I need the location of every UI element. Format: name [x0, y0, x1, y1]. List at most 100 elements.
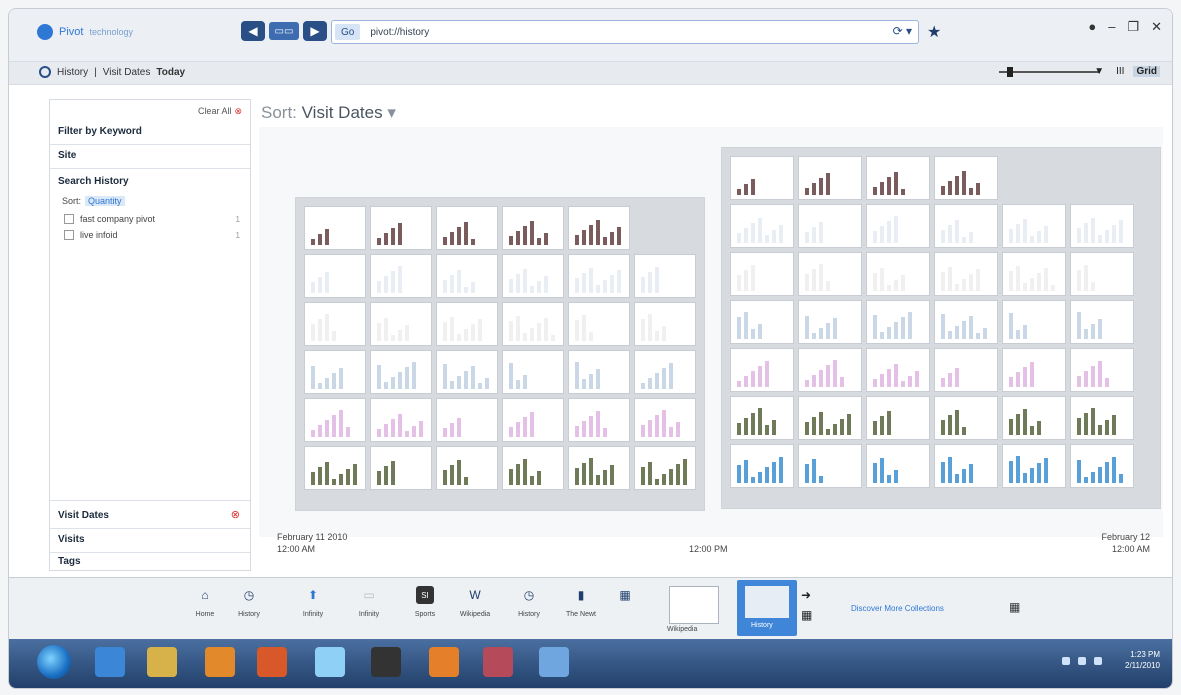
- minimize-button[interactable]: –: [1108, 19, 1115, 35]
- discover-collections-link[interactable]: Discover More Collections: [851, 604, 944, 613]
- history-thumbnail[interactable]: [502, 206, 564, 250]
- folder-icon[interactable]: [147, 647, 177, 677]
- history-thumbnail[interactable]: [568, 350, 630, 394]
- zoom-slider-handle[interactable]: [1007, 67, 1013, 77]
- grid-icon[interactable]: ▦: [801, 608, 812, 622]
- favorite-star-icon[interactable]: ★: [927, 22, 941, 42]
- history-thumbnail[interactable]: [568, 446, 630, 490]
- history-thumbnail[interactable]: [1002, 444, 1066, 488]
- history-thumbnail[interactable]: [866, 300, 930, 344]
- history-thumbnail[interactable]: [436, 350, 498, 394]
- history-thumbnail[interactable]: [934, 300, 998, 344]
- history-thumbnail[interactable]: [866, 156, 930, 200]
- history-thumbnail[interactable]: [934, 396, 998, 440]
- history-thumbnail[interactable]: [370, 446, 432, 490]
- history-thumbnail[interactable]: [436, 398, 498, 442]
- history-thumbnail[interactable]: [798, 300, 862, 344]
- history-thumbnail[interactable]: [730, 204, 794, 248]
- history-thumbnail[interactable]: [1070, 396, 1134, 440]
- wikipedia-preview[interactable]: [669, 586, 719, 624]
- back-button[interactable]: ◀: [241, 21, 265, 41]
- filter-by-keyword-header[interactable]: Filter by Keyword: [58, 126, 142, 137]
- history-thumbnail[interactable]: [1002, 300, 1066, 344]
- history-thumbnail[interactable]: [934, 204, 998, 248]
- history-thumbnail[interactable]: [1002, 252, 1066, 296]
- history-thumbnail[interactable]: [568, 206, 630, 250]
- close-button[interactable]: ✕: [1151, 19, 1162, 35]
- grid-button[interactable]: ▦: [605, 586, 645, 604]
- history-thumbnail[interactable]: [304, 254, 366, 298]
- sort-value[interactable]: Quantity: [85, 196, 125, 206]
- history-thumbnail[interactable]: [502, 446, 564, 490]
- history-thumbnail[interactable]: [730, 444, 794, 488]
- start-button[interactable]: [37, 645, 71, 679]
- go-button[interactable]: Go: [335, 24, 361, 40]
- filter-checkbox[interactable]: [64, 230, 74, 240]
- history-thumbnail[interactable]: [634, 302, 696, 346]
- history-thumbnail[interactable]: [304, 302, 366, 346]
- filter-item[interactable]: fast company pivot: [64, 214, 155, 224]
- history-thumbnail[interactable]: [568, 254, 630, 298]
- visits-header[interactable]: Visits: [58, 534, 85, 545]
- history-thumbnail[interactable]: [1070, 300, 1134, 344]
- history-selected-tile[interactable]: History: [737, 580, 797, 636]
- history-thumbnail[interactable]: [1002, 204, 1066, 248]
- tray-icon[interactable]: [1078, 657, 1086, 665]
- clear-icon[interactable]: ⊗: [231, 508, 240, 521]
- history-button[interactable]: ◷ History: [229, 586, 269, 618]
- history-thumbnail[interactable]: [798, 252, 862, 296]
- history-thumbnail[interactable]: [1070, 444, 1134, 488]
- tray-icon[interactable]: [1094, 657, 1102, 665]
- grid-view-button[interactable]: Grid: [1133, 66, 1160, 77]
- history-thumbnail[interactable]: [866, 444, 930, 488]
- history-thumbnail[interactable]: [798, 204, 862, 248]
- maximize-button[interactable]: ❐: [1127, 19, 1139, 35]
- history-thumbnail[interactable]: [634, 446, 696, 490]
- filter-checkbox[interactable]: [64, 214, 74, 224]
- brand-logo[interactable]: Pivot technology: [37, 23, 133, 41]
- grid-icon[interactable]: ▦: [1009, 600, 1020, 614]
- refresh-icon[interactable]: ⟳ ▾: [893, 24, 912, 38]
- history-thumbnail[interactable]: [1070, 348, 1134, 392]
- media-icon[interactable]: [257, 647, 287, 677]
- sort-title[interactable]: Sort: Visit Dates ▾: [261, 103, 396, 123]
- history-thumbnail[interactable]: [1002, 396, 1066, 440]
- site-header[interactable]: Site: [58, 150, 76, 161]
- tags-header[interactable]: Tags: [58, 556, 81, 567]
- history-thumbnail[interactable]: [798, 348, 862, 392]
- pin-add-icon[interactable]: ➜: [801, 588, 811, 602]
- history-thumbnail[interactable]: [502, 398, 564, 442]
- history-thumbnail[interactable]: [730, 252, 794, 296]
- history-button-2[interactable]: ◷ History: [509, 586, 549, 618]
- history-thumbnail[interactable]: [866, 348, 930, 392]
- history-thumbnail[interactable]: [1070, 252, 1134, 296]
- history-thumbnail[interactable]: [634, 350, 696, 394]
- history-thumbnail[interactable]: [934, 156, 998, 200]
- history-thumbnail[interactable]: [634, 398, 696, 442]
- history-thumbnail[interactable]: [304, 398, 366, 442]
- history-thumbnail[interactable]: [370, 206, 432, 250]
- tabs-button[interactable]: ▭▭: [269, 22, 299, 40]
- home-button[interactable]: ⌂ Home: [185, 586, 225, 618]
- history-thumbnail[interactable]: [436, 206, 498, 250]
- terminal-icon[interactable]: [371, 647, 401, 677]
- settings-icon[interactable]: ●: [1088, 19, 1096, 35]
- ie-icon[interactable]: [95, 647, 125, 677]
- breadcrumb-visit-dates[interactable]: Visit Dates: [103, 67, 151, 78]
- history-thumbnail[interactable]: [304, 350, 366, 394]
- history-thumbnail[interactable]: [370, 302, 432, 346]
- history-thumbnail[interactable]: [798, 156, 862, 200]
- search-history-header[interactable]: Search History: [58, 176, 129, 187]
- visit-dates-header[interactable]: Visit Dates: [58, 510, 109, 521]
- history-thumbnail[interactable]: [436, 446, 498, 490]
- wikipedia-button[interactable]: W Wikipedia: [455, 586, 495, 618]
- history-thumbnail[interactable]: [866, 252, 930, 296]
- address-bar[interactable]: Go pivot://history ⟳ ▾: [331, 20, 919, 44]
- address-text[interactable]: pivot://history: [370, 27, 429, 38]
- zoom-dropdown-button[interactable]: ▼: [1091, 66, 1107, 77]
- firefox-icon[interactable]: [429, 647, 459, 677]
- breadcrumb-today[interactable]: Today: [156, 67, 185, 78]
- history-thumbnail[interactable]: [934, 348, 998, 392]
- outlook-icon[interactable]: [205, 647, 235, 677]
- history-thumbnail[interactable]: [798, 396, 862, 440]
